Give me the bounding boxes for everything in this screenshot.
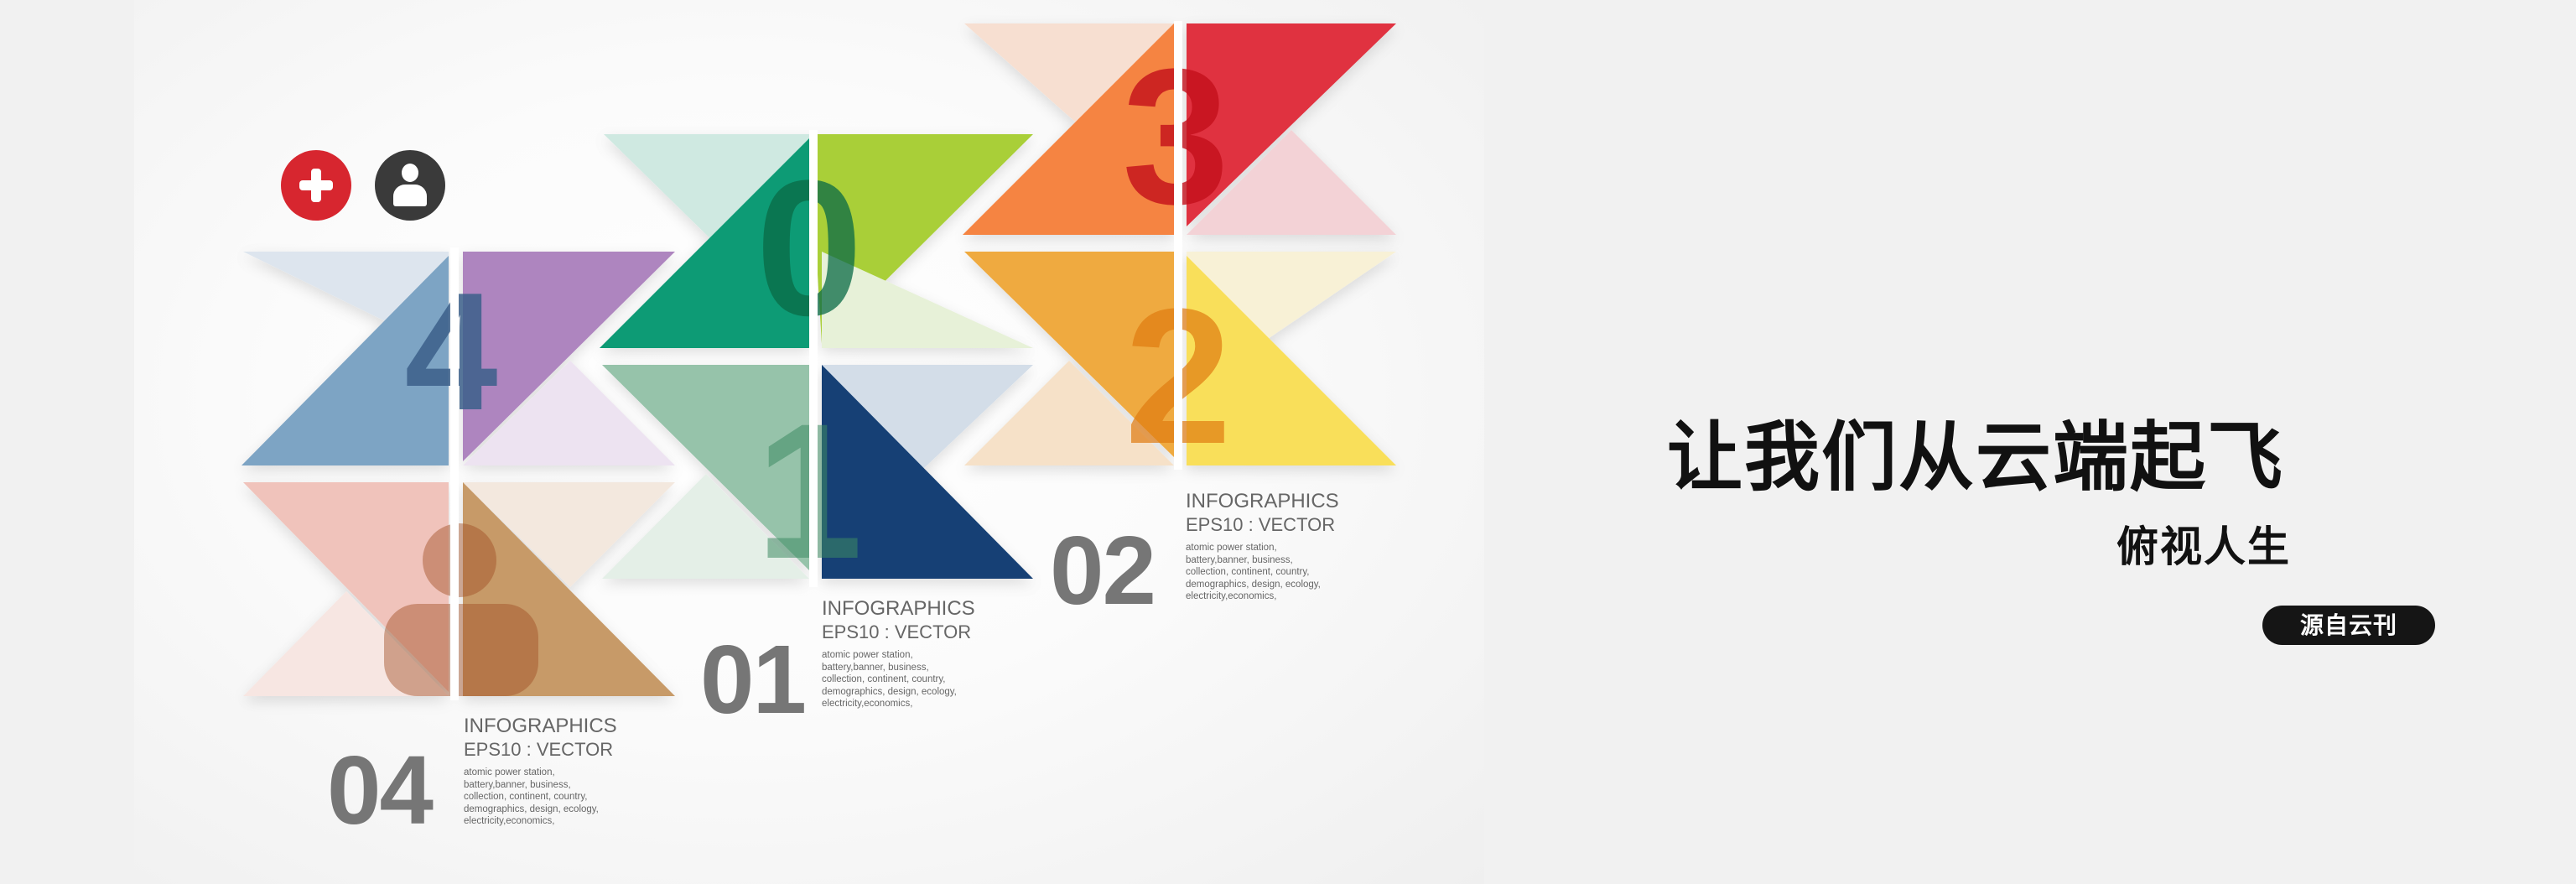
infographic-body: atomic power station, battery,banner, bu…	[822, 650, 957, 709]
infographic-body: atomic power station, battery,banner, bu…	[1186, 543, 1321, 601]
infographic-subtitle: EPS10 : VECTOR	[464, 739, 614, 760]
infographic-block-04: INFOGRAPHICS EPS10 : VECTOR atomic power…	[464, 715, 617, 828]
infographic-title: INFOGRAPHICS	[464, 715, 617, 737]
infographic-title: INFOGRAPHICS	[822, 597, 975, 620]
user-icon	[402, 164, 418, 182]
infographic-subtitle: EPS10 : VECTOR	[822, 621, 972, 642]
infographic-number-04: 04	[327, 736, 434, 845]
infographic-number-02: 02	[1050, 516, 1156, 625]
headline: 让我们从云端起飞	[1667, 413, 2284, 502]
infographic-title: INFOGRAPHICS	[1186, 490, 1339, 512]
source-badge[interactable]: 源自云刊	[2262, 606, 2435, 645]
user-button[interactable]	[375, 150, 445, 221]
infographic-body: atomic power station, battery,banner, bu…	[464, 767, 599, 826]
infographic-subtitle: EPS10 : VECTOR	[1186, 514, 1336, 535]
infographic-number-01: 01	[700, 625, 807, 734]
infographic-block-02: INFOGRAPHICS EPS10 : VECTOR atomic power…	[1186, 490, 1339, 603]
banner: 0 3 2 1	[0, 0, 2576, 884]
infographic-block-01: INFOGRAPHICS EPS10 : VECTOR atomic power…	[822, 597, 975, 710]
plus-button[interactable]	[281, 150, 351, 221]
subheadline: 俯视人生	[2116, 523, 2291, 571]
